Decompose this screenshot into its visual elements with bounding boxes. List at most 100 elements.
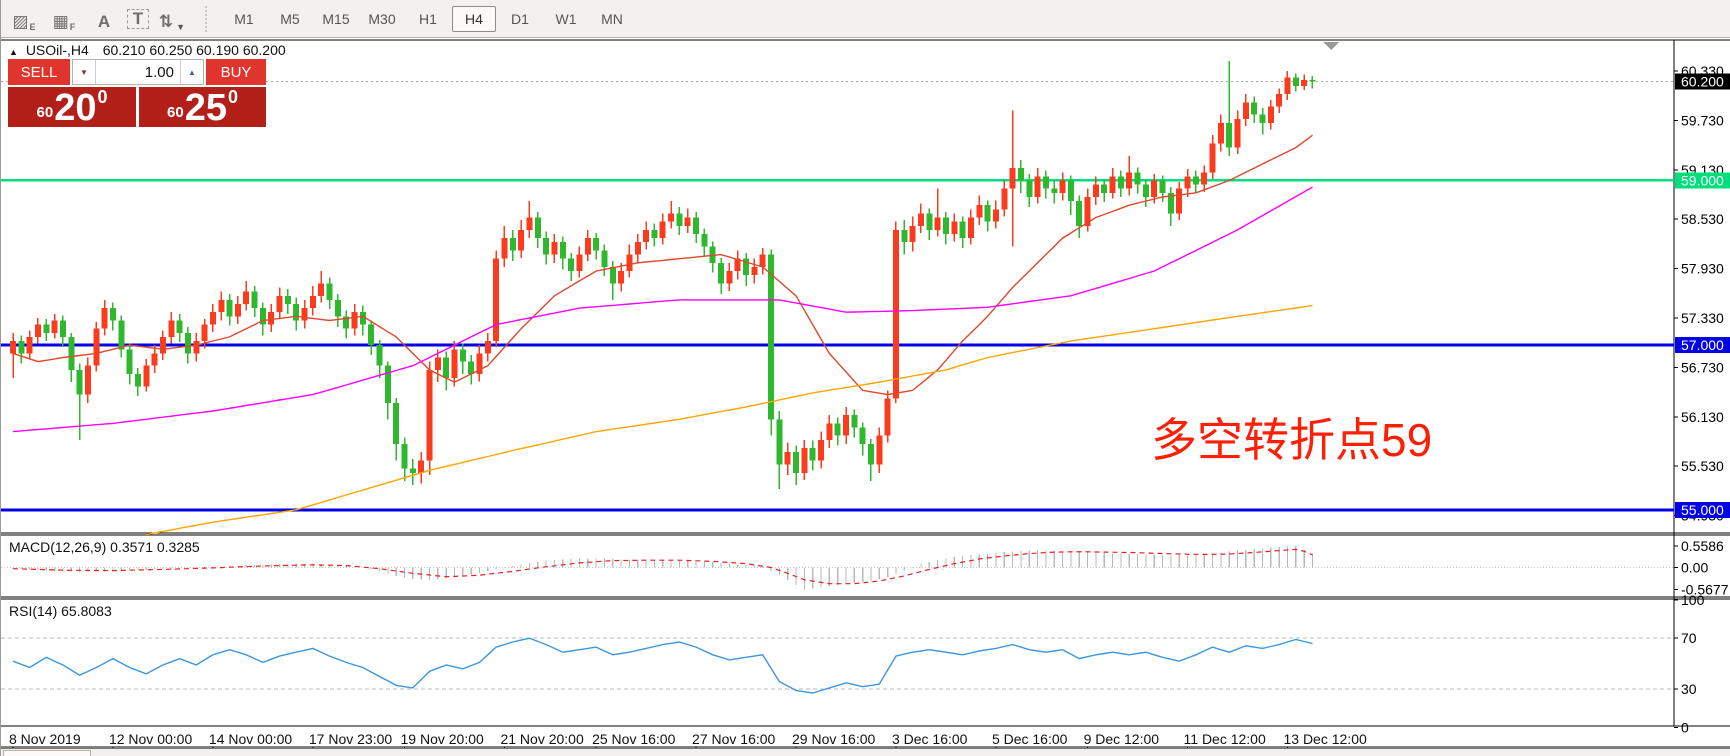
date-label: 21 Nov 20:00 [500, 731, 583, 747]
date-label: 12 Nov 00:00 [109, 731, 192, 747]
candle-body [610, 267, 616, 283]
candle-body [518, 230, 524, 251]
candle-body [185, 333, 191, 354]
candle-body [1251, 102, 1257, 114]
candle-body [377, 345, 383, 366]
bottom-strip [1, 748, 1730, 756]
candle-body [77, 370, 83, 395]
volume-decrease-button[interactable]: ▼ [73, 60, 96, 84]
candle-body [243, 292, 249, 304]
candle-body [568, 259, 574, 271]
candle-body [801, 448, 807, 473]
hline-badge-label: 57.000 [1681, 337, 1724, 353]
date-label: 25 Nov 16:00 [592, 731, 675, 747]
date-label: 8 Nov 2019 [9, 731, 81, 747]
rsi-tick-label: 70 [1681, 630, 1697, 646]
buy-price-point: 0 [228, 87, 238, 108]
candle-body [1301, 80, 1307, 86]
candle-body [526, 218, 532, 230]
ma-fast [13, 135, 1313, 394]
candle-body [826, 423, 832, 439]
chart-tab[interactable] [3, 750, 91, 756]
candle-body [202, 325, 208, 341]
candle-body [1126, 172, 1132, 188]
macd-tick-label: 0.00 [1681, 560, 1708, 576]
price-tick-label: 56.730 [1681, 359, 1724, 375]
candle-body [85, 366, 91, 395]
candle-body [976, 205, 982, 217]
buy-button[interactable]: BUY [204, 59, 266, 85]
buy-price-pips: 25 [185, 91, 227, 125]
candle-body [651, 230, 657, 238]
candle-body [1110, 176, 1116, 192]
candle-body [227, 300, 233, 316]
candle-body [52, 320, 58, 332]
candle-body [277, 296, 283, 312]
candle-body [1010, 168, 1016, 189]
candle-body [235, 304, 241, 316]
candle-body [660, 222, 666, 238]
candle-body [10, 341, 16, 353]
candle-body [810, 448, 816, 460]
candle-body [327, 283, 333, 299]
annotation-text: 多空转折点59 [1151, 404, 1432, 470]
candle-body [102, 308, 108, 329]
macd-label: MACD(12,26,9) 0.3571 0.3285 [9, 539, 200, 555]
candle-body [1051, 189, 1057, 193]
candle-body [435, 358, 441, 370]
date-label: 3 Dec 16:00 [892, 731, 968, 747]
candle-body [1293, 78, 1299, 86]
candle-body [1060, 180, 1066, 192]
candle-body [910, 226, 916, 242]
volume-input[interactable]: 1.00 [96, 60, 180, 84]
rsi-tick-label: 0 [1681, 719, 1689, 735]
candle-body [1035, 176, 1041, 197]
candle-body [1268, 106, 1274, 122]
candle-body [152, 353, 158, 365]
sell-price-pips: 20 [54, 91, 96, 125]
candle-body [118, 320, 124, 349]
candle-body [1243, 102, 1249, 118]
candle-body [560, 242, 566, 258]
rsi-line [13, 638, 1313, 693]
candle-body [1093, 185, 1099, 197]
buy-price-prefix: 60 [167, 104, 184, 121]
candle-body [593, 238, 599, 250]
date-label: 29 Nov 16:00 [792, 731, 875, 747]
candle-body [543, 238, 549, 254]
price-tick-label: 55.530 [1681, 458, 1724, 474]
sell-button[interactable]: SELL [8, 59, 72, 85]
candle-body [876, 436, 882, 465]
candle-body [935, 218, 941, 230]
candle-body [860, 427, 866, 443]
chart-shift-marker-icon [1323, 42, 1339, 50]
candle-body [193, 341, 199, 353]
rsi-tick-label: 30 [1681, 681, 1697, 697]
candle-body [1068, 180, 1074, 201]
candle-body [1226, 123, 1232, 148]
buy-price-display[interactable]: 60 25 0 [139, 87, 266, 127]
candle-body [1284, 78, 1290, 94]
candle-body [427, 370, 433, 461]
candle-body [1260, 115, 1266, 123]
candle-body [252, 292, 258, 308]
candle-body [626, 255, 632, 271]
volume-increase-button[interactable]: ▲ [180, 60, 203, 84]
candle-body [901, 230, 907, 242]
candle-body [843, 415, 849, 436]
candle-body [35, 325, 41, 337]
candle-body [1151, 180, 1157, 196]
sell-price-display[interactable]: 60 20 0 [8, 87, 139, 127]
candle-body [352, 312, 358, 328]
collapse-triangle-icon[interactable]: ▲ [9, 47, 18, 57]
price-tick-label: 58.530 [1681, 211, 1724, 227]
date-label: 9 Dec 12:00 [1084, 731, 1160, 747]
candle-body [535, 218, 541, 239]
candle-body [368, 325, 374, 346]
candle-body [676, 213, 682, 225]
candle-body [985, 205, 991, 221]
candle-body [1143, 185, 1149, 197]
volume-stepper: ▼ 1.00 ▲ [72, 59, 204, 85]
candle-body [1276, 94, 1282, 106]
ma-slow [146, 306, 1312, 535]
